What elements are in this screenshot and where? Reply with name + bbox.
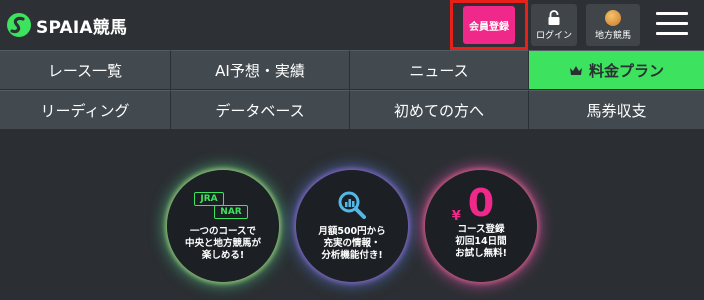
promo-jra-nar[interactable]: JRA NAR 一つのコースで 中央と地方競馬が 楽しめる! [167,170,279,282]
nav-leading[interactable]: リーディング [0,90,171,130]
nav-database[interactable]: データベース [171,90,350,130]
promo-jra-nar-text: 一つのコースで 中央と地方競馬が 楽しめる! [185,226,261,262]
login-label: ログイン [535,30,572,41]
yen-sign: ¥ [451,209,461,224]
main-nav: レース一覧 AI予想・実績 ニュース 料金プラン リーディング データベース 初… [0,50,704,130]
login-button[interactable]: ログイン [531,4,577,46]
hamburger-menu-icon[interactable] [656,12,688,36]
promo-line: 一つのコースで [189,226,256,237]
promo-line: 充実の情報・ [323,238,381,249]
promo-line: 分析機能付き! [321,250,383,261]
nav-beginners-guide[interactable]: 初めての方へ [350,90,529,130]
nav-pricing-plan-label: 料金プラン [588,61,664,80]
site-header: SPAIA競馬 会員登録 ログイン 地方競馬 [0,0,704,50]
promo-line: 月額500円から [318,226,386,237]
zero-yen-figure: ¥ 0 [452,181,495,225]
member-register-button[interactable]: 会員登録 [463,6,515,44]
nar-badge: NAR [214,205,248,219]
nav-ai-prediction[interactable]: AI予想・実績 [171,50,350,90]
promo-free-trial-inner: ¥ 0 コース登録 初回14日間 お試し無料! [425,170,537,282]
promo-monthly-price-text: 月額500円から 充実の情報・ 分析機能付き! [318,226,385,262]
lock-icon [548,9,560,25]
magnifier-chart-icon [338,191,366,219]
member-button-highlight: 会員登録 [450,0,528,50]
nav-race-list[interactable]: レース一覧 [0,50,171,90]
local-keiba-label: 地方競馬 [594,30,631,41]
zero-number: 0 [467,181,495,225]
logo-text: SPAIA競馬 [36,17,128,38]
local-keiba-button[interactable]: 地方競馬 [586,4,640,46]
promo-line: 初回14日間 [455,236,507,247]
spaia-logo-icon [7,13,31,37]
promo-line: お試し無料! [455,248,507,259]
local-keiba-icon [605,9,621,26]
promo-free-trial[interactable]: ¥ 0 コース登録 初回14日間 お試し無料! [425,170,537,282]
jra-nar-badges: JRA NAR [194,192,252,222]
promo-line: 中央と地方競馬が [184,238,261,249]
site-logo[interactable]: SPAIA競馬 [6,10,127,40]
promo-free-trial-text: コース登録 初回14日間 お試し無料! [455,224,507,260]
nav-betting-balance[interactable]: 馬券収支 [529,90,704,130]
promo-line: 楽しめる! [201,250,245,261]
promo-line: コース登録 [457,224,505,235]
nav-pricing-plan[interactable]: 料金プラン [529,50,704,90]
promo-monthly-price-inner: 月額500円から 充実の情報・ 分析機能付き! [296,170,408,282]
crown-icon [569,65,582,75]
jra-badge: JRA [194,192,224,206]
promo-monthly-price[interactable]: 月額500円から 充実の情報・ 分析機能付き! [296,170,408,282]
promo-jra-nar-inner: JRA NAR 一つのコースで 中央と地方競馬が 楽しめる! [167,170,279,282]
nav-news[interactable]: ニュース [350,50,529,90]
